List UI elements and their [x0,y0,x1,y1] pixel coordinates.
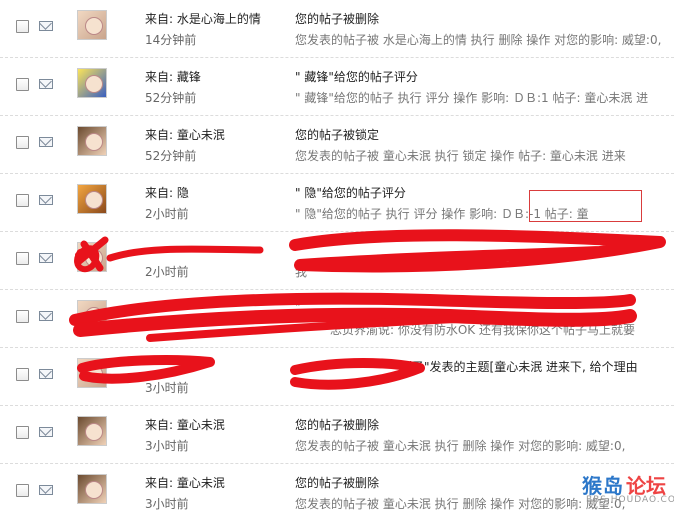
sender-label[interactable]: 来自: 童心未泯 [145,416,285,433]
message-row[interactable]: 来自: 藏锋 52分钟前 " 藏锋"给您的帖子评分 " 藏锋"给您的帖子 执行 … [0,58,674,116]
select-checkbox[interactable] [16,310,29,323]
select-checkbox[interactable] [16,484,29,497]
message-list: 来自: 水是心海上的情 14分钟前 您的帖子被删除 您发表的帖子被 水是心海上的… [0,0,674,522]
message-row[interactable]: 2小时前 我 [0,232,674,290]
select-checkbox[interactable] [16,426,29,439]
message-row[interactable]: 来自: 童心未泯 3小时前 您的帖子被删除 您发表的帖子被 童心未泯 执行 删除… [0,406,674,464]
message-time: 14分钟前 [145,33,197,47]
message-snippet: 忠贞界渝说: 你没有防水OK 还有我保你这个帖子马上就要 [330,323,635,337]
message-row[interactable]: 来自: 童心未泯 3小时前 您的帖子被删除 您发表的帖子被 童心未泯 执行 删除… [0,464,674,522]
message-subject[interactable]: 您的帖子被删除 [295,474,379,491]
message-subject[interactable]: 您的帖子被锁定 [295,126,379,143]
message-subject[interactable]: 您的帖子被删除 [295,10,379,27]
sender-label[interactable]: 来自: 童心未泯 [145,474,285,491]
message-row[interactable]: 来自: 水是心海上的情 14分钟前 您的帖子被删除 您发表的帖子被 水是心海上的… [0,0,674,58]
envelope-icon [39,137,53,147]
message-subject[interactable]: " 隐"给您的帖子评分 [295,184,406,201]
site-watermark: 猴岛 论坛 BBS.HOUDAO.COM [582,470,674,506]
message-snippet: " 藏锋"给您的帖子 执行 评分 操作 影响: ＤＢ:1 帖子: 童心未泯 进 [295,91,649,105]
avatar[interactable] [77,126,107,156]
envelope-icon [39,79,53,89]
select-checkbox[interactable] [16,368,29,381]
message-row[interactable]: 来自: 童心未泯 52分钟前 您的帖子被锁定 您发表的帖子被 童心未泯 执行 锁… [0,116,674,174]
message-subject[interactable]: 剑圣"发表的主题[童心未泯 进来下, 给个理由 [400,358,638,375]
avatar[interactable] [77,184,107,214]
message-subject[interactable]: 您的帖子被删除 [295,416,379,433]
envelope-icon [39,21,53,31]
envelope-icon [39,369,53,379]
select-checkbox[interactable] [16,136,29,149]
message-snippet: 我 [295,265,308,279]
avatar[interactable] [77,300,107,330]
envelope-icon [39,427,53,437]
message-subject[interactable]: " 藏锋"给您的帖子评分 [295,68,418,85]
envelope-icon [39,253,53,263]
message-time: 52分钟前 [145,91,197,105]
message-row[interactable]: " 忠贞界渝说: 你没有防水OK 还有我保你这个帖子马上就要 [0,290,674,348]
select-checkbox[interactable] [16,78,29,91]
message-snippet: 您发表的帖子被 童心未泯 执行 删除 操作 对您的影响: 威望:0, [295,439,626,453]
avatar[interactable] [77,358,107,388]
avatar[interactable] [77,242,107,272]
avatar[interactable] [77,10,107,40]
highlight-box [529,190,642,222]
avatar[interactable] [77,416,107,446]
message-time: 3小时前 [145,439,189,453]
envelope-icon [39,311,53,321]
message-time: 52分钟前 [145,149,197,163]
select-checkbox[interactable] [16,194,29,207]
message-snippet: 您发表的帖子被 水是心海上的情 执行 删除 操作 对您的影响: 威望:0, [295,33,662,47]
select-checkbox[interactable] [16,252,29,265]
message-row[interactable]: 3小时前 剑圣"发表的主题[童心未泯 进来下, 给个理由 [0,348,674,406]
sender-label[interactable]: 来自: 藏锋 [145,68,285,85]
message-snippet: 您发表的帖子被 童心未泯 执行 锁定 操作 帖子: 童心未泯 进来 [295,149,626,163]
sender-label[interactable]: 来自: 水是心海上的情 [145,10,285,27]
message-time: 3小时前 [145,381,189,395]
message-time: 2小时前 [145,207,189,221]
avatar[interactable] [77,474,107,504]
message-subject[interactable]: " [295,300,301,314]
message-time: 3小时前 [145,497,189,511]
message-time: 2小时前 [145,265,189,279]
envelope-icon [39,195,53,205]
sender-label[interactable]: 来自: 童心未泯 [145,126,285,143]
envelope-icon [39,485,53,495]
watermark-url: BBS.HOUDAO.COM [586,495,674,505]
avatar[interactable] [77,68,107,98]
select-checkbox[interactable] [16,20,29,33]
sender-label[interactable]: 来自: 隐 [145,184,285,201]
